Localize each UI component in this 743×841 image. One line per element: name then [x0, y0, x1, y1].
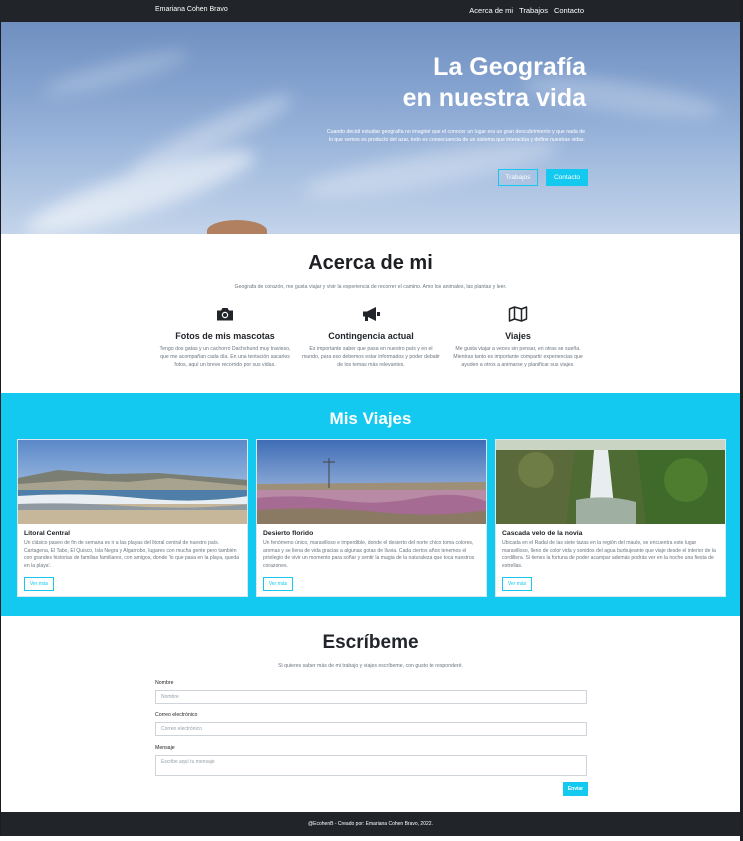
feature-title: Fotos de mis mascotas	[175, 331, 275, 341]
hero-rock	[207, 220, 267, 234]
email-input[interactable]: Correo electrónico	[155, 722, 587, 736]
message-textarea[interactable]: Escribe aquí tu mensaje	[155, 755, 587, 776]
trip-card-desierto: Desierto florido Un fenómeno único, mara…	[256, 439, 487, 597]
submit-button[interactable]: Enviar	[563, 782, 588, 796]
megaphone-icon	[363, 307, 380, 321]
trip-text: Un fenómeno único, maravilloso e imperdi…	[263, 540, 475, 569]
trip-title: Litoral Central	[24, 530, 71, 537]
page-bottom	[0, 836, 743, 841]
hero-title-line1: La Geografía	[433, 53, 586, 81]
feature-text: Me gusta viajar a veces sin pensar, en o…	[453, 346, 583, 368]
nav-link-contacto[interactable]: Contacto	[554, 6, 584, 15]
camera-icon	[217, 308, 233, 321]
footer-text: @EcohenB - Creado por: Emariana Cohen Br…	[308, 821, 433, 827]
hero-description: Cuando decidí estudiar geografía no imag…	[326, 129, 585, 143]
map-icon	[508, 306, 528, 322]
hero-trabajos-button[interactable]: Trabajos	[498, 169, 538, 186]
nav-link-trabajos[interactable]: Trabajos	[519, 6, 548, 15]
about-section: Acerca de mi Geografa de corazón, me gus…	[1, 234, 740, 393]
trip-card-cascada: Cascada velo de la novia Ubicada en el R…	[495, 439, 726, 597]
hero-title: La Geografía en nuestra vida	[403, 52, 586, 114]
brand-link[interactable]: Emariana Cohen Bravo	[155, 6, 228, 13]
hero-cloud	[20, 135, 262, 234]
contact-title: Escríbeme	[322, 632, 419, 653]
hero-cloud	[40, 42, 192, 104]
trip-more-button[interactable]: Ver más	[263, 577, 293, 591]
nav-links: Acerca de mi Trabajos Contacto	[469, 6, 584, 15]
contact-subtitle: Si quieres saber más de mi trabajo y via…	[278, 663, 463, 669]
about-subtitle: Geografa de corazón, me gusta viajar y v…	[234, 284, 507, 290]
trip-text: Ubicada en el Radal de las siete tazas e…	[502, 540, 716, 569]
email-label: Correo electrónico	[155, 712, 198, 718]
about-title: Acerca de mi	[308, 252, 433, 274]
hero-title-line2: en nuestra vida	[402, 84, 586, 112]
feature-text: Tengo dos gatas y un cachorro Dachshund …	[159, 346, 291, 368]
trip-image-desert	[257, 440, 486, 524]
trip-more-button[interactable]: Ver más	[24, 577, 54, 591]
trip-card-litoral: Litoral Central Un clásico paseo de fin …	[17, 439, 248, 597]
footer: @EcohenB - Creado por: Emariana Cohen Br…	[1, 812, 740, 836]
nav-link-acerca[interactable]: Acerca de mi	[469, 6, 513, 15]
viajes-section: Mis Viajes Litoral Central Un clásico pa…	[1, 393, 740, 616]
message-label: Mensaje	[155, 745, 175, 751]
feature-text: Es importante saber que pasa en nuestro …	[302, 346, 440, 368]
feature-title: Viajes	[505, 331, 531, 341]
name-label: Nombre	[155, 680, 174, 686]
trip-more-button[interactable]: Ver más	[502, 577, 532, 591]
trip-title: Desierto florido	[263, 530, 314, 537]
navbar: Emariana Cohen Bravo Acerca de mi Trabaj…	[0, 0, 740, 22]
trip-title: Cascada velo de la novia	[502, 530, 583, 537]
hero-section: La Geografía en nuestra vida Cuando deci…	[1, 22, 740, 234]
feature-title: Contingencia actual	[328, 331, 414, 341]
feature-viajes: Viajes Me gusta viajar a veces sin pensa…	[448, 304, 588, 369]
feature-contingencia: Contingencia actual Es importante saber …	[301, 304, 441, 369]
hero-contacto-button[interactable]: Contacto	[546, 169, 588, 186]
viajes-title: Mis Viajes	[329, 409, 412, 428]
feature-mascotas: Fotos de mis mascotas Tengo dos gatas y …	[155, 304, 295, 369]
trip-text: Un clásico paseo de fin de semana es ir …	[24, 540, 240, 569]
trip-image-beach	[18, 440, 247, 524]
trip-image-waterfall	[496, 440, 725, 524]
contact-section: Escríbeme Si quieres saber más de mi tra…	[1, 616, 740, 812]
name-input[interactable]: Nombre	[155, 690, 587, 704]
